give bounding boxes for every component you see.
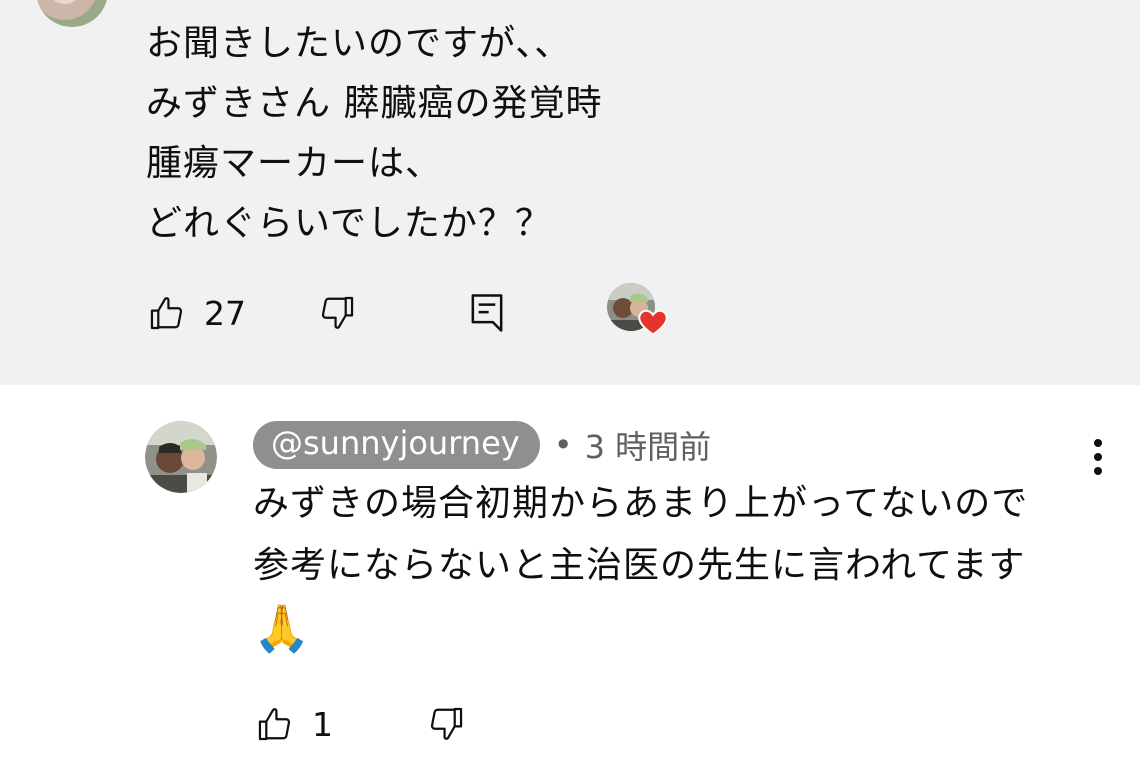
dislike-button[interactable] [427, 705, 465, 743]
thumbs-up-icon [150, 297, 183, 330]
comment-actions: 27 [148, 283, 668, 336]
reply-comment: @sunnyjourney • 3 時間前 みずきの場合初期からあまり上がってな… [0, 385, 1140, 757]
top-comment: お聞きしたいのですが、、 みずきさん 膵臓癌の発覚時 腫瘍マーカーは、 どれぐら… [0, 0, 1140, 385]
pray-emoji: 🙏 [253, 601, 312, 655]
reply-avatar[interactable] [145, 421, 217, 493]
comment-line: みずきさん 膵臓癌の発覚時 [146, 83, 603, 124]
comment-line: お聞きしたいのですが、、 [146, 23, 572, 64]
comment-line: どれぐらいでしたか？？ [146, 203, 552, 244]
meta-separator: • [553, 426, 573, 464]
reply-text: みずきの場合初期からあまり上がってないので 参考にならないと主治医の先生に言われ… [253, 473, 1093, 659]
reply-button[interactable] [470, 293, 504, 333]
reply-header: @sunnyjourney • 3 時間前 [253, 421, 711, 469]
like-button[interactable] [256, 705, 294, 743]
more-vert-icon[interactable] [1088, 437, 1108, 477]
comment-text: お聞きしたいのですが、、 みずきさん 膵臓癌の発覚時 腫瘍マーカーは、 どれぐら… [146, 14, 1046, 254]
reply-line: 参考にならないと主治医の先生に言われてます [253, 545, 1026, 586]
dislike-button[interactable] [318, 294, 356, 332]
like-count: 1 [312, 704, 333, 744]
thumbs-up-icon [258, 708, 291, 741]
reply-icon [471, 294, 503, 332]
thumbs-down-icon [430, 707, 463, 740]
reply-actions: 1 [256, 703, 465, 745]
creator-heart[interactable] [606, 283, 668, 340]
thumbs-down-icon [321, 296, 354, 329]
more-vert-icon[interactable] [1090, 0, 1106, 10]
reply-line: みずきの場合初期からあまり上がってないので [253, 483, 1029, 524]
commenter-avatar[interactable] [36, 0, 108, 27]
heart-icon [638, 309, 668, 336]
like-button[interactable] [148, 294, 186, 332]
comment-line: 腫瘍マーカーは、 [146, 143, 443, 184]
author-handle[interactable]: @sunnyjourney [253, 421, 540, 469]
timestamp[interactable]: 3 時間前 [585, 422, 712, 468]
like-count: 27 [204, 293, 246, 333]
